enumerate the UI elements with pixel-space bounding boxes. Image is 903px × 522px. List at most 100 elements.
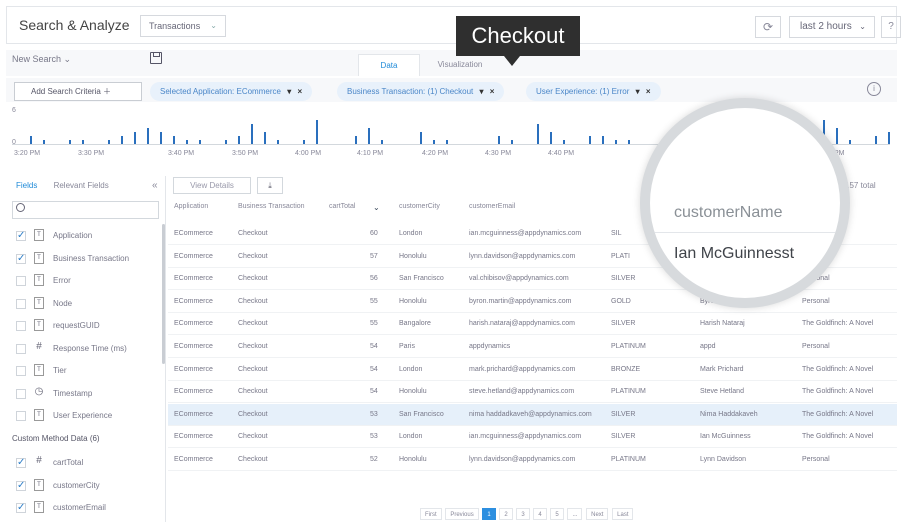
table-cell: Checkout bbox=[238, 252, 268, 260]
field-checkbox[interactable] bbox=[16, 498, 26, 518]
table-cell: Checkout bbox=[238, 388, 268, 396]
field-label: cartTotal bbox=[53, 458, 84, 467]
column-header-application[interactable]: Application bbox=[174, 203, 208, 210]
field-checkbox[interactable] bbox=[16, 366, 26, 376]
chevron-down-icon: ⌄ bbox=[63, 54, 72, 64]
column-header-business-transaction[interactable]: Business Transaction bbox=[238, 203, 305, 210]
criteria-chip-application[interactable]: Selected Application: ECommerce ▾ × bbox=[150, 82, 313, 101]
field-label: User Experience bbox=[53, 411, 113, 420]
field-label: Application bbox=[53, 231, 93, 240]
pager-page[interactable]: 3 bbox=[516, 508, 530, 520]
table-cell: PLATINUM bbox=[611, 388, 646, 396]
pager-page[interactable]: 2 bbox=[499, 508, 513, 520]
field-checkbox[interactable] bbox=[16, 388, 26, 399]
tab-data[interactable]: Data bbox=[358, 54, 420, 76]
field-label: Node bbox=[53, 298, 73, 308]
field-item[interactable]: T User Experience bbox=[16, 406, 161, 426]
table-cell: Paris bbox=[399, 343, 415, 350]
table-row[interactable]: ECommerce Checkout 53 London ian.mcguinness@… bbox=[168, 426, 897, 449]
pager-last[interactable]: Last bbox=[612, 508, 634, 520]
table-cell: steve.hetland@appdynamics.com bbox=[469, 388, 575, 396]
histogram-bar bbox=[589, 136, 591, 144]
field-checkbox[interactable] bbox=[16, 226, 26, 246]
field-checkbox[interactable] bbox=[16, 453, 26, 473]
field-item[interactable]: # cartTotal bbox=[16, 453, 161, 473]
sort-descending-icon[interactable]: ⌄ bbox=[373, 203, 380, 212]
field-item[interactable]: # Response Time (ms) bbox=[16, 339, 161, 359]
field-item[interactable]: TcustomerCity bbox=[16, 476, 161, 496]
field-checkbox[interactable] bbox=[16, 298, 26, 309]
caret-down-icon[interactable]: ▾ bbox=[480, 87, 484, 96]
histogram-bar bbox=[381, 140, 383, 144]
table-cell: nima haddadkaveh@appdynamics.com bbox=[469, 410, 592, 418]
add-search-criteria-button[interactable]: Add Search Criteria ＋ bbox=[14, 82, 142, 101]
close-icon[interactable]: × bbox=[646, 87, 651, 96]
pager-first[interactable]: First bbox=[420, 508, 442, 520]
field-item[interactable]: T Error bbox=[16, 271, 161, 291]
pager-page[interactable]: 5 bbox=[550, 508, 564, 520]
criteria-chip-business-transaction[interactable]: Business Transaction: (1) Checkout ▾ × bbox=[337, 82, 505, 101]
field-search-input[interactable] bbox=[12, 201, 159, 219]
pager-next[interactable]: Next bbox=[586, 508, 609, 520]
histogram-bar bbox=[537, 124, 539, 144]
pager-previous[interactable]: Previous bbox=[445, 508, 479, 520]
refresh-button[interactable]: ⟳ bbox=[755, 16, 781, 38]
field-checkbox[interactable] bbox=[16, 276, 26, 286]
field-item[interactable]: T Node bbox=[16, 294, 161, 314]
fields-scrollbar[interactable] bbox=[162, 224, 165, 364]
column-header-customercity[interactable]: customerCity bbox=[399, 203, 440, 210]
criteria-chip-user-experience[interactable]: User Experience: (1) Error ▾ × bbox=[526, 82, 661, 101]
close-icon[interactable]: × bbox=[490, 87, 495, 96]
new-search-dropdown[interactable]: New Search ⌄ bbox=[12, 54, 71, 65]
tab-relevant-fields[interactable]: Relevant Fields bbox=[54, 181, 109, 190]
table-row[interactable]: ECommerce Checkout 54 London mark.prichard@a… bbox=[168, 359, 897, 381]
table-row[interactable]: ECommerce Checkout 54 Honolulu steve.hetland… bbox=[168, 381, 897, 404]
histogram-bar bbox=[199, 140, 201, 144]
table-row[interactable]: ECommerce Checkout 52 Honolulu lynn.davidson… bbox=[168, 449, 897, 471]
pager-page[interactable]: 4 bbox=[533, 508, 547, 520]
column-header-customeremail[interactable]: customerEmail bbox=[469, 203, 515, 210]
custom-method-data-header: Custom Method Data (6) bbox=[12, 434, 100, 443]
table-cell: lynn.davidson@appdynamics.com bbox=[469, 456, 576, 463]
field-item[interactable]: T Application bbox=[16, 226, 161, 246]
column-header-carttotal[interactable]: cartTotal bbox=[329, 203, 355, 210]
field-item[interactable]: ◷ Timestamp bbox=[16, 384, 161, 404]
tab-visualization[interactable]: Visualization bbox=[425, 54, 495, 76]
collapse-panel-icon[interactable]: « bbox=[152, 180, 158, 191]
table-row[interactable]: ECommerce Checkout 54 Paris appdynamics PLATI… bbox=[168, 336, 897, 358]
table-cell: appd bbox=[700, 343, 716, 350]
time-range-dropdown[interactable]: last 2 hours ⌄ bbox=[789, 16, 875, 38]
tab-fields[interactable]: Fields bbox=[16, 181, 37, 190]
field-checkbox[interactable] bbox=[16, 249, 26, 269]
info-icon[interactable]: i bbox=[867, 82, 881, 96]
text-type-icon: T bbox=[34, 319, 44, 331]
help-button[interactable]: ? bbox=[881, 16, 901, 38]
caret-down-icon[interactable]: ▾ bbox=[287, 87, 291, 96]
field-label: customerEmail bbox=[53, 503, 106, 512]
histogram-bar bbox=[251, 124, 253, 144]
field-label: Error bbox=[53, 276, 71, 285]
histogram-bar bbox=[355, 136, 357, 144]
field-checkbox[interactable] bbox=[16, 343, 26, 354]
transactions-dropdown[interactable]: Transactions ⌄ bbox=[140, 15, 226, 37]
view-details-button[interactable]: View Details bbox=[173, 177, 251, 194]
field-checkbox[interactable] bbox=[16, 321, 26, 331]
table-cell: London bbox=[399, 230, 423, 237]
table-cell: Checkout bbox=[238, 456, 268, 463]
field-checkbox[interactable] bbox=[16, 476, 26, 496]
table-row[interactable]: ECommerce Checkout 55 Bangalore harish.natar… bbox=[168, 313, 897, 336]
table-cell: Honolulu bbox=[399, 297, 427, 305]
field-checkbox[interactable] bbox=[16, 411, 26, 421]
table-row[interactable]: ECommerce Checkout 53 San Francisco nima had… bbox=[168, 403, 897, 426]
field-item[interactable]: TrequestGUID bbox=[16, 316, 161, 336]
field-item[interactable]: T Business Transaction bbox=[16, 249, 161, 269]
close-icon[interactable]: × bbox=[297, 87, 302, 96]
field-item[interactable]: TcustomerEmail bbox=[16, 498, 161, 518]
field-item[interactable]: T Tier bbox=[16, 361, 161, 381]
caret-down-icon[interactable]: ▾ bbox=[636, 87, 640, 96]
histogram-x-tick: 3:30 PM bbox=[78, 150, 105, 157]
table-cell: Checkout bbox=[238, 297, 268, 305]
download-icon[interactable]: ⤓ bbox=[257, 177, 283, 194]
pager-page[interactable]: 1 bbox=[482, 508, 496, 520]
save-icon[interactable] bbox=[150, 52, 162, 64]
